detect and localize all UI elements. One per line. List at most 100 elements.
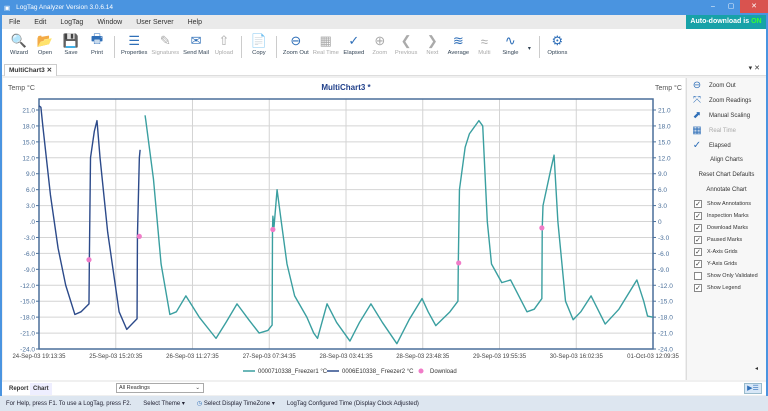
- checkbox-paused-marks[interactable]: ✓ Paused Marks: [687, 234, 766, 246]
- folder-open-label: Open: [37, 50, 53, 56]
- collapse-panel-icon[interactable]: ◂: [755, 365, 758, 372]
- checkbox-box[interactable]: [694, 272, 702, 280]
- panel-real-time-button[interactable]: ▦ Real Time: [687, 123, 766, 138]
- checkbox-box[interactable]: ✓: [694, 248, 702, 256]
- toolbar-print-button[interactable]: 🖶 Print: [86, 31, 108, 56]
- panel-align-charts-button[interactable]: Align Charts: [687, 153, 766, 168]
- panel-annotate-chart-button[interactable]: Annotate Chart: [687, 183, 766, 198]
- maximize-button[interactable]: ▢: [722, 0, 740, 13]
- checkbox-show-only-validated[interactable]: Show Only Validated: [687, 270, 766, 282]
- x-tick-label: 28-Sep-03 03:41:35: [319, 354, 373, 360]
- y-tick-label-right: 3.0: [658, 203, 667, 210]
- chart-options-panel: ⊖ Zoom Out ⤧ Zoom Readings ⬈ Manual Scaling ▦ R…: [686, 78, 766, 380]
- dropdown-label: ▾: [527, 46, 531, 52]
- y-tick-label-right: -12.0: [658, 283, 673, 290]
- toolbar-copy-button[interactable]: 📄 Copy: [248, 32, 270, 56]
- toolbar-open-button[interactable]: 📂 Open: [34, 32, 56, 56]
- panel-zoom-readings-button[interactable]: ⤧ Zoom Readings: [687, 93, 766, 108]
- y-tick-label: 3.0: [26, 203, 35, 210]
- y-tick-label: -18.0: [20, 315, 35, 322]
- panel-elapsed-button[interactable]: ✓ Elapsed: [687, 138, 766, 153]
- copy-label: Copy: [252, 50, 266, 56]
- checkbox-x-axis-grids[interactable]: ✓ X-Axis Grids: [687, 246, 766, 258]
- menu-help[interactable]: Help: [181, 19, 209, 26]
- y-tick-label-right: 6.0: [658, 187, 667, 194]
- single-chart-label: Single: [502, 50, 519, 56]
- toolbar-options-button[interactable]: ⚙ Options: [546, 32, 568, 56]
- properties-icon: ☰: [128, 33, 141, 48]
- x-tick-label: 28-Sep-03 23:48:35: [396, 354, 450, 360]
- expand-panel-button[interactable]: ▶☰: [744, 383, 762, 394]
- toolbar-next-button[interactable]: ❯ Next: [421, 32, 443, 56]
- toolbar-separator: [114, 36, 115, 58]
- toolbar-wizard-button[interactable]: 🔍 Wizard: [8, 32, 30, 56]
- checkbox-box[interactable]: ✓: [694, 284, 702, 292]
- y-tick-label: 9.0: [26, 171, 35, 178]
- toolbar-separator: [275, 36, 277, 58]
- select-theme-button[interactable]: Select Theme ▾: [143, 400, 185, 407]
- chart-svg[interactable]: 21.0 21.0 18.0 18.0 15.0 15.0 12.0 12.0 9.0 9.0 6.…: [3, 78, 685, 380]
- checkbox-y-axis-grids[interactable]: ✓ Y-Axis Grids: [687, 258, 766, 270]
- tab-multichart3[interactable]: MultiChart3 ✕: [4, 64, 58, 76]
- toolbar-single-button[interactable]: ∿ Single: [499, 32, 521, 56]
- y-tick-label-right: -18.0: [658, 315, 673, 322]
- toolbar-average-button[interactable]: ≋ Average: [447, 32, 470, 56]
- panel-button-label: Zoom Out: [709, 82, 736, 89]
- menu-logtag[interactable]: LogTag: [53, 19, 90, 26]
- toolbar-multi-button[interactable]: ≈ Multi: [473, 32, 495, 57]
- toolbar-properties-button[interactable]: ☰ Properties: [121, 32, 147, 56]
- tab-controls[interactable]: ▾ ✕: [749, 64, 760, 72]
- readings-select[interactable]: All Readings ⌄: [116, 383, 204, 393]
- single-chart-icon: ∿: [504, 33, 516, 48]
- y-tick-label-right: -3.0: [658, 235, 670, 242]
- time-mode-text: LogTag Configured Time (Display Clock Ad…: [286, 400, 419, 407]
- checkbox-box[interactable]: ✓: [694, 236, 702, 244]
- checkbox-box[interactable]: ✓: [694, 212, 702, 220]
- checkbox-box[interactable]: ✓: [694, 260, 702, 268]
- clock-icon: ◷: [196, 401, 203, 407]
- menu-user-server[interactable]: User Server: [129, 19, 180, 26]
- toolbar-real-time-button[interactable]: ▦ Real Time: [313, 32, 339, 56]
- zoom-out-icon: ⊖: [290, 33, 302, 48]
- checkbox-box[interactable]: ✓: [694, 224, 702, 232]
- calendar-icon: ▦: [692, 125, 702, 136]
- toolbar-zoom-button[interactable]: ⊕ Zoom: [369, 32, 391, 56]
- checkbox-show-legend[interactable]: ✓ Show Legend: [687, 282, 766, 294]
- tab-report[interactable]: Report: [6, 383, 31, 395]
- checkbox-show-annotations[interactable]: ✓ Show Annotations: [687, 198, 766, 210]
- y-tick-label-right: -24.0: [658, 347, 673, 354]
- checkbox-box[interactable]: ✓: [694, 200, 702, 208]
- y-tick-label: .0: [30, 219, 36, 226]
- panel-reset-chart-defaults-button[interactable]: Reset Chart Defaults: [687, 168, 766, 183]
- signature-icon: ✎: [159, 33, 171, 48]
- gear-label: Options: [547, 50, 568, 56]
- toolbar-send-mail-button[interactable]: ✉ Send Mail: [183, 32, 209, 56]
- minimize-button[interactable]: –: [704, 0, 722, 13]
- tab-chart[interactable]: Chart: [30, 383, 52, 395]
- checkbox-download-marks[interactable]: ✓ Download Marks: [687, 222, 766, 234]
- toolbar-zoom-out-button[interactable]: ⊖ Zoom Out: [283, 32, 309, 56]
- auto-download-status[interactable]: Auto-download is ON: [686, 15, 766, 29]
- select-timezone-button[interactable]: ◷ Select Display TimeZone ▾: [197, 400, 275, 407]
- toolbar-signatures-button[interactable]: ✎ Signatures: [151, 32, 179, 56]
- menu-edit[interactable]: Edit: [27, 19, 53, 26]
- toolbar-elapsed-button[interactable]: ✓ Elapsed: [343, 32, 365, 56]
- close-button[interactable]: ✕: [740, 0, 768, 13]
- y-tick-label: -3.0: [24, 235, 36, 242]
- y-tick-label-right: -6.0: [658, 251, 670, 258]
- panel-zoom-out-button[interactable]: ⊖ Zoom Out: [687, 78, 766, 93]
- tab-close-icon[interactable]: ✕: [47, 67, 52, 74]
- checkbox-inspection-marks[interactable]: ✓ Inspection Marks: [687, 210, 766, 222]
- toolbar---button[interactable]: ▾: [525, 32, 533, 52]
- readings-select-value: All Readings: [119, 385, 150, 391]
- status-bar: For Help, press F1. To use a LogTag, pre…: [0, 396, 768, 411]
- toolbar-save-button[interactable]: 💾 Save: [60, 32, 82, 56]
- panel-manual-scaling-button[interactable]: ⬈ Manual Scaling: [687, 108, 766, 123]
- toolbar-previous-button[interactable]: ❮ Previous: [395, 32, 418, 56]
- printer-icon: 🖶: [90, 31, 104, 46]
- menu-file[interactable]: File: [2, 19, 27, 26]
- menu-window[interactable]: Window: [90, 19, 129, 26]
- copy-icon: 📄: [250, 33, 268, 48]
- toolbar-upload-button[interactable]: ⇧ Upload: [213, 32, 235, 56]
- mail-icon: ✉: [190, 33, 202, 48]
